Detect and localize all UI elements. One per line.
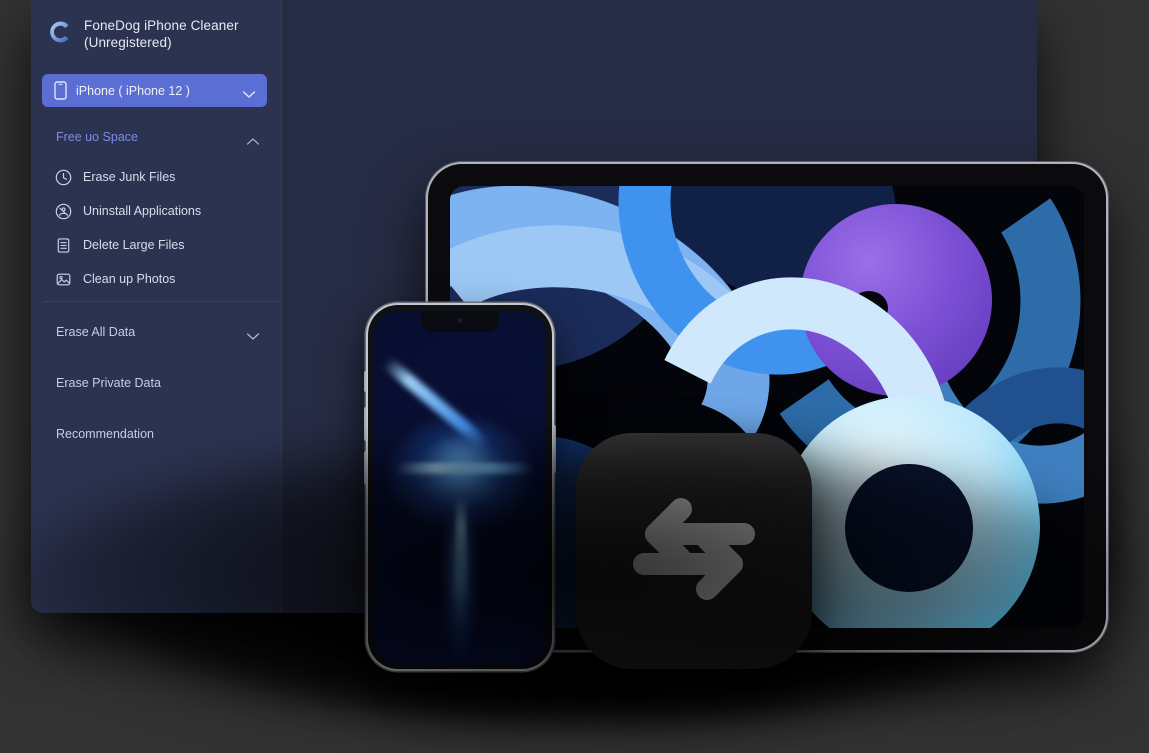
iphone-power-button [552,425,556,473]
app-title-line-1: FoneDog iPhone Cleaner [84,18,239,33]
screen-root: FoneDog iPhone Cleaner (Unregistered) iP… [0,0,1149,753]
iphone-front-camera [457,318,463,323]
chevron-up-icon [246,133,260,145]
bidirectional-arrows-icon [620,496,768,607]
fonedog-c-logo-icon [46,18,74,46]
iphone-mockup [364,305,556,669]
sidebar-item-erase-junk-files[interactable]: Erase Junk Files [31,160,281,194]
sidebar-group-title: Free uo Space [56,130,138,144]
sidebar-group-header-free-up-space[interactable]: Free uo Space [31,126,281,148]
app-uninstall-icon [55,203,72,220]
sidebar-group-erase-private-data: Erase Private Data [31,372,281,394]
sidebar-item-uninstall-applications[interactable]: Uninstall Applications [31,194,281,228]
device-selector-label: iPhone ( iPhone 12 ) [76,83,190,98]
sidebar-group-recommendation: Recommendation [31,423,281,445]
app-title: FoneDog iPhone Cleaner (Unregistered) [84,16,239,51]
iphone-mute-switch [364,371,368,392]
sidebar-item-clean-up-photos[interactable]: Clean up Photos [31,262,281,296]
photo-icon [55,271,72,288]
app-branding: FoneDog iPhone Cleaner (Unregistered) [31,0,281,62]
sidebar-divider [43,301,280,302]
sidebar-item-label: Clean up Photos [83,272,176,286]
phone-icon [54,81,67,100]
sidebar-group-free-up-space: Free uo Space Erase Junk Files Uninstall… [31,126,281,296]
iphone-screen [374,311,546,663]
sidebar-group-erase-all-data: Erase All Data [31,321,281,343]
iphone-volume-down-button [364,451,368,485]
chevron-down-icon [242,86,256,98]
sidebar-group-title: Recommendation [56,427,154,441]
sidebar-item-label: Delete Large Files [83,238,185,252]
device-selector-dropdown[interactable]: iPhone ( iPhone 12 ) [42,74,267,107]
sidebar-item-label: Erase Junk Files [83,170,176,184]
sidebar-group-header-recommendation[interactable]: Recommendation [31,423,281,445]
sidebar: FoneDog iPhone Cleaner (Unregistered) iP… [31,0,282,613]
document-icon [55,237,72,254]
sidebar-group-title: Erase All Data [56,325,136,339]
phone-transfer-app-icon [576,433,812,669]
sidebar-item-delete-large-files[interactable]: Delete Large Files [31,228,281,262]
iphone-notch [421,311,499,332]
chevron-down-icon [246,328,260,340]
iphone-volume-up-button [364,407,368,441]
sidebar-item-label: Uninstall Applications [83,204,202,218]
sidebar-group-header-erase-private-data[interactable]: Erase Private Data [31,372,281,394]
sidebar-group-title: Erase Private Data [56,376,161,390]
sidebar-group-header-erase-all-data[interactable]: Erase All Data [31,321,281,343]
clock-icon [55,169,72,186]
app-title-line-2: (Unregistered) [84,35,172,50]
sidebar-item-list: Erase Junk Files Uninstall Applications … [31,160,281,296]
